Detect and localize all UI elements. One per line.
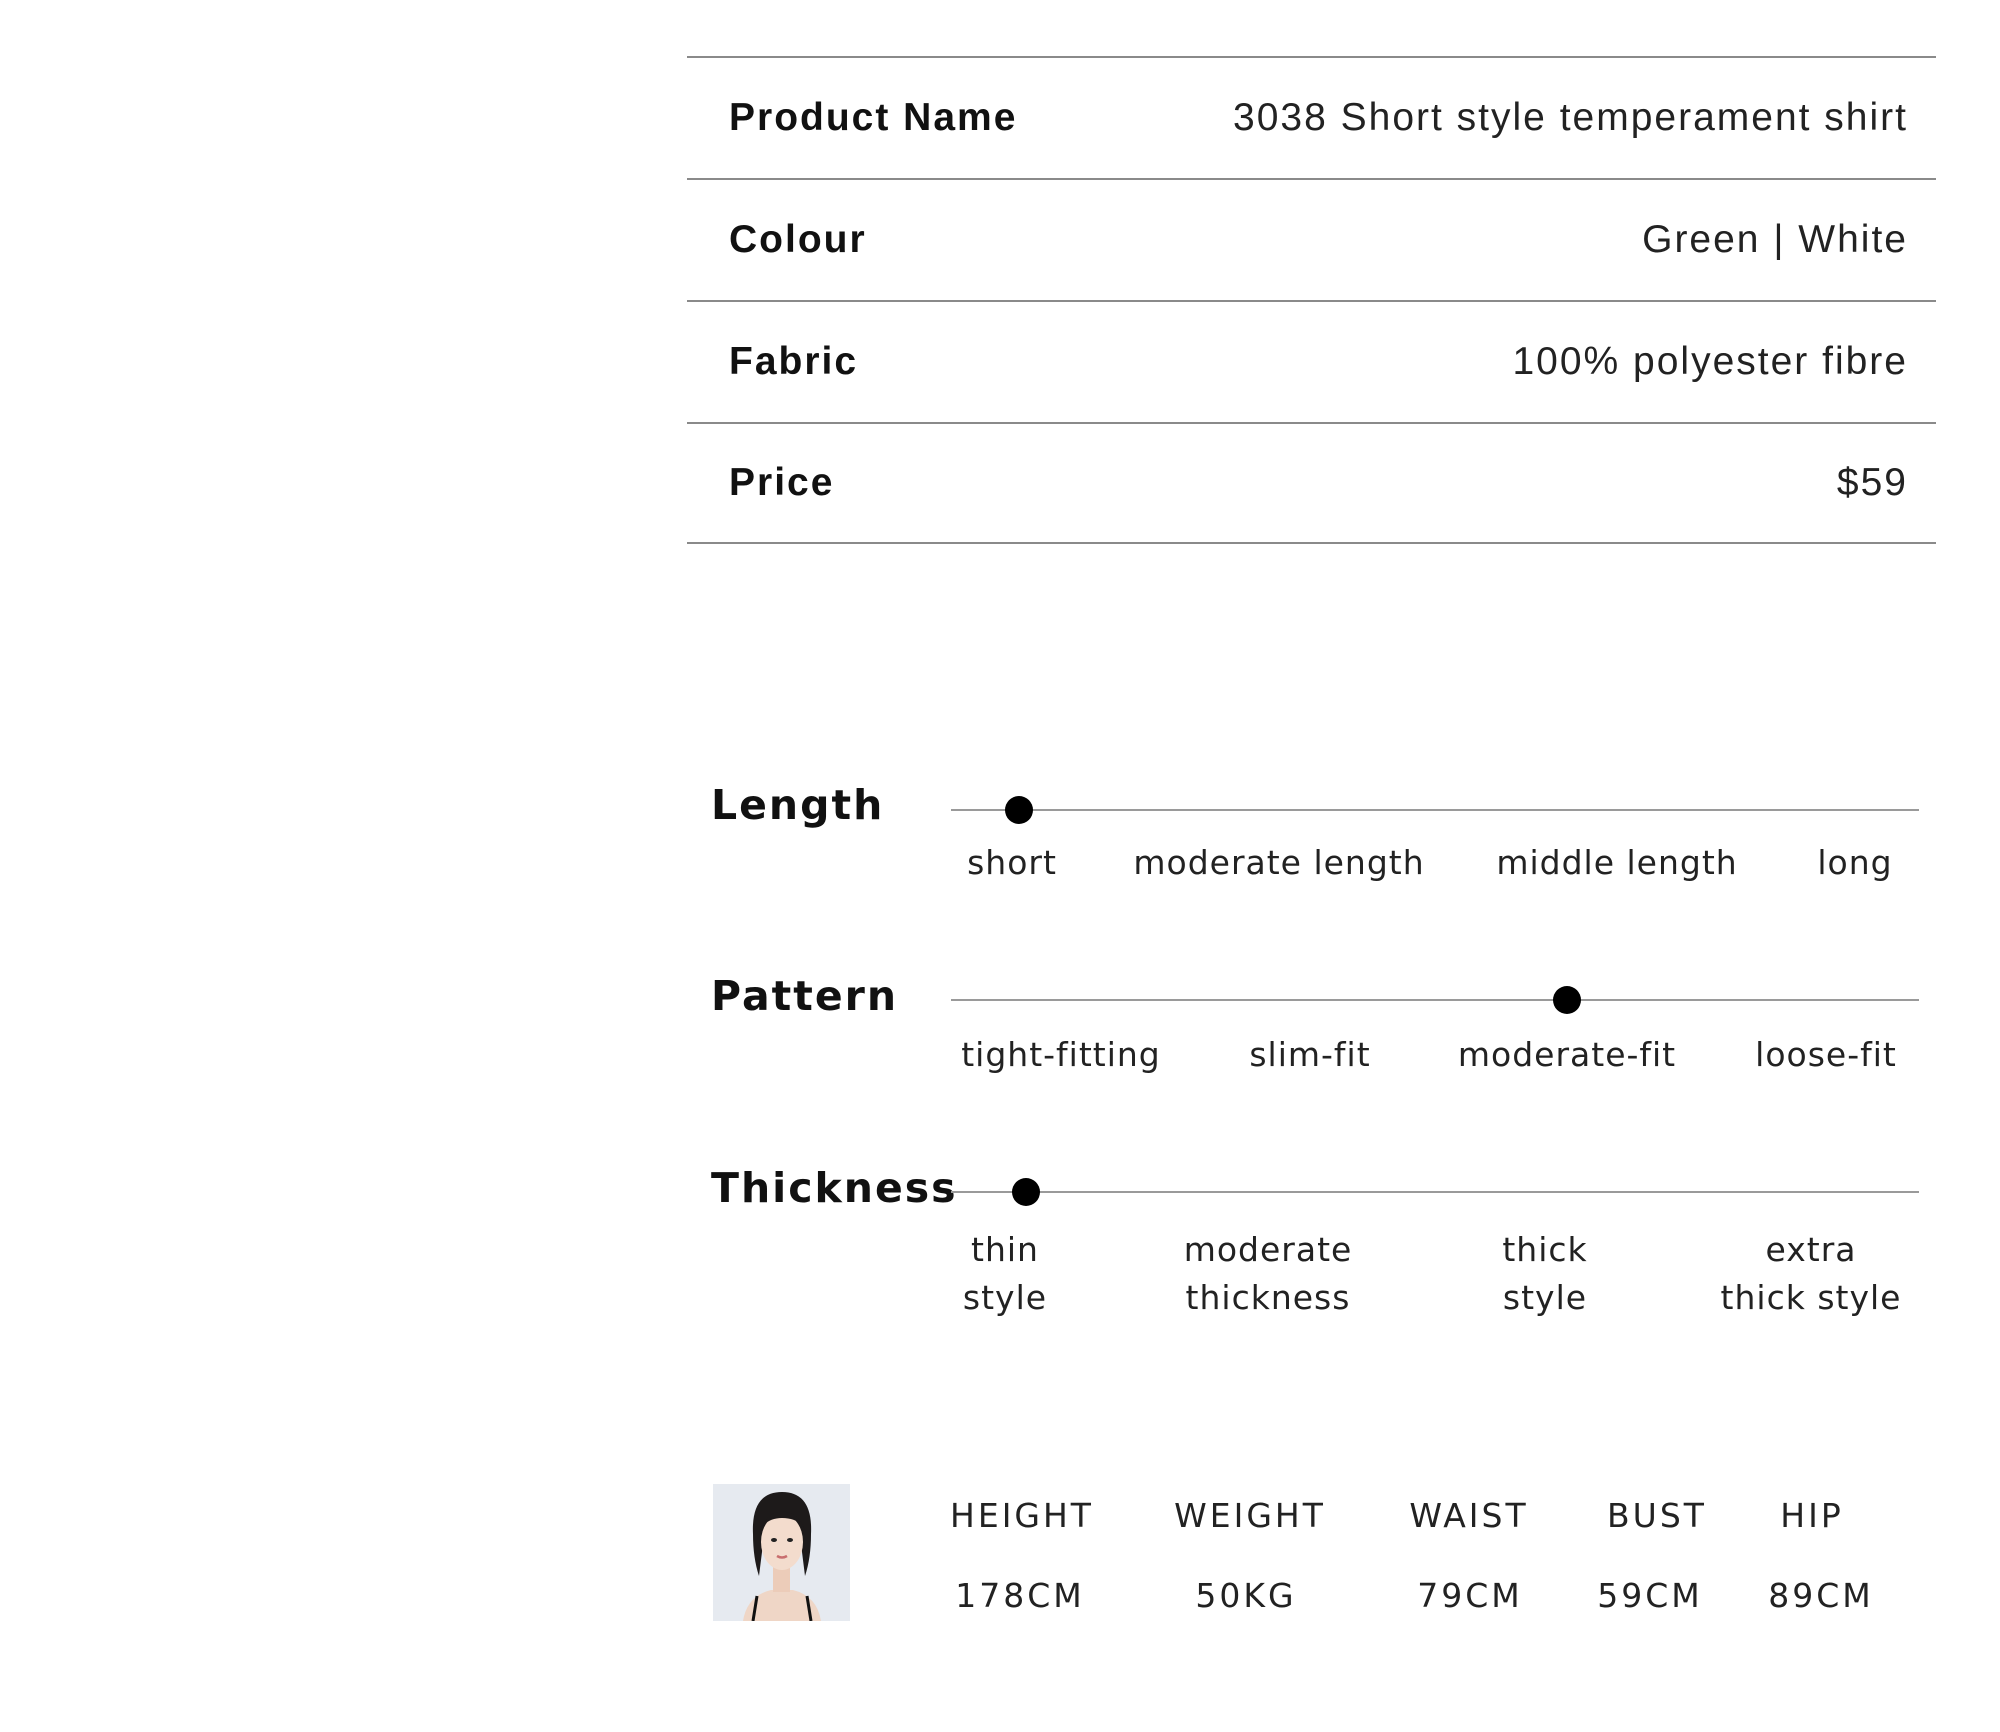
spec-value: 100% polyester fibre bbox=[1512, 340, 1908, 383]
thickness-option-moderate: moderate thickness bbox=[1184, 1226, 1353, 1322]
length-option-short: short bbox=[967, 843, 1057, 882]
length-option-moderate: moderate length bbox=[1133, 843, 1425, 882]
length-title: Length bbox=[711, 781, 885, 829]
spec-value: Green | White bbox=[1642, 218, 1908, 261]
pattern-option-tight-fitting: tight-fitting bbox=[961, 1035, 1161, 1074]
thickness-option-thick: thick style bbox=[1502, 1226, 1587, 1322]
option-line: extra thick style bbox=[1720, 1230, 1902, 1317]
spec-label: Price bbox=[729, 461, 835, 504]
spec-label: Product Name bbox=[729, 96, 1018, 139]
length-track bbox=[951, 809, 1919, 811]
pattern-option-loose-fit: loose-fit bbox=[1755, 1035, 1897, 1074]
length-indicator-dot bbox=[1005, 796, 1033, 824]
spec-row-colour: Colour Green | White bbox=[687, 178, 1936, 300]
measure-hip-value: 89CM bbox=[1768, 1576, 1874, 1615]
measure-waist-value: 79CM bbox=[1417, 1576, 1523, 1615]
pattern-option-slim-fit: slim-fit bbox=[1249, 1035, 1371, 1074]
pattern-option-moderate-fit: moderate-fit bbox=[1457, 1035, 1677, 1074]
model-portrait-photo bbox=[713, 1484, 850, 1621]
measure-bust-value: 59CM bbox=[1597, 1576, 1703, 1615]
spec-value: 3038 Short style temperament shirt bbox=[1233, 96, 1908, 139]
length-option-long: long bbox=[1817, 843, 1893, 882]
measure-weight-label: WEIGHT bbox=[1174, 1496, 1326, 1535]
length-option-middle: middle length bbox=[1496, 843, 1738, 882]
spec-row-price: Price $59 bbox=[687, 422, 1936, 544]
thickness-option-extra-thick: extra thick style bbox=[1721, 1226, 1902, 1322]
spec-table: Product Name 3038 Short style temperamen… bbox=[687, 56, 1936, 544]
measure-height-label: HEIGHT bbox=[950, 1496, 1094, 1535]
spec-label: Fabric bbox=[729, 340, 859, 383]
measure-weight-value: 50KG bbox=[1195, 1576, 1297, 1615]
measure-waist-label: WAIST bbox=[1409, 1496, 1529, 1535]
spec-row-product-name: Product Name 3038 Short style temperamen… bbox=[687, 56, 1936, 178]
thickness-indicator-dot bbox=[1012, 1178, 1040, 1206]
thickness-title: Thickness bbox=[711, 1164, 958, 1212]
option-line: thin style bbox=[962, 1230, 1048, 1317]
option-line: thick style bbox=[1502, 1230, 1588, 1317]
thickness-option-thin: thin style bbox=[963, 1226, 1047, 1322]
pattern-title: Pattern bbox=[711, 972, 899, 1020]
pattern-indicator-dot bbox=[1553, 986, 1581, 1014]
measure-hip-label: HIP bbox=[1780, 1496, 1844, 1535]
spec-value: $59 bbox=[1836, 461, 1908, 504]
spec-label: Colour bbox=[729, 218, 867, 261]
measure-bust-label: BUST bbox=[1607, 1496, 1707, 1535]
thickness-track bbox=[951, 1191, 1919, 1193]
pattern-track bbox=[951, 999, 1919, 1001]
model-portrait-icon bbox=[713, 1484, 850, 1621]
measure-height-value: 178CM bbox=[955, 1576, 1085, 1615]
option-line: moderate thickness bbox=[1183, 1230, 1353, 1317]
spec-row-fabric: Fabric 100% polyester fibre bbox=[687, 300, 1936, 422]
